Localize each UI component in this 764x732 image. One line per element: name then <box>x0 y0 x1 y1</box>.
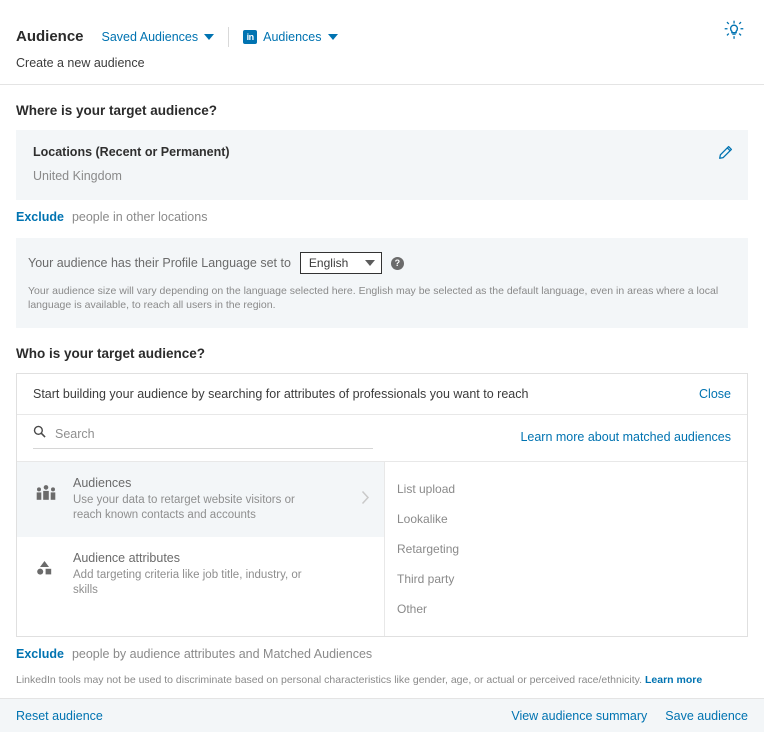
builder-suboptions-column: List upload Lookalike Retargeting Third … <box>385 462 747 636</box>
exclude-audiences-link[interactable]: Exclude <box>16 647 64 661</box>
profile-language-help-icon[interactable]: ? <box>390 256 404 270</box>
learn-more-matched-audiences-link[interactable]: Learn more about matched audiences <box>520 430 731 444</box>
profile-language-select[interactable]: English <box>299 252 382 274</box>
reset-audience-button[interactable]: Reset audience <box>16 709 103 723</box>
header-separator <box>0 84 764 85</box>
location-exclude-row: Exclude people in other locations <box>16 210 748 224</box>
page-header: Audience Saved Audiences in Audiences <box>0 0 764 52</box>
save-audience-button[interactable]: Save audience <box>665 709 748 723</box>
footer-actions: View audience summary Save audience <box>511 709 748 723</box>
suboption-third-party[interactable]: Third party <box>385 564 747 594</box>
audience-exclude-row: Exclude people by audience attributes an… <box>16 647 748 661</box>
option-audiences-text: Audiences Use your data to retarget webs… <box>73 476 323 523</box>
suboption-retargeting[interactable]: Retargeting <box>385 534 747 564</box>
page-title: Audience <box>16 28 84 45</box>
linkedin-logo-icon: in <box>243 30 258 44</box>
disclaimer-learn-more-link[interactable]: Learn more <box>645 674 702 686</box>
chevron-right-icon <box>361 490 370 509</box>
builder-header: Start building your audience by searchin… <box>17 374 747 415</box>
audiences-label: Audiences <box>263 30 322 44</box>
search-field-wrapper <box>33 425 373 449</box>
profile-language-row: Your audience has their Profile Language… <box>28 252 730 274</box>
audience-section-heading: Who is your target audience? <box>16 346 206 361</box>
option-audience-attributes[interactable]: Audience attributes Add targeting criter… <box>17 537 384 612</box>
page-body: Where is your target audience? Locations… <box>0 103 764 721</box>
chevron-down-icon <box>364 260 375 266</box>
saved-audiences-dropdown[interactable]: Saved Audiences <box>102 28 215 46</box>
option-audiences-title: Audiences <box>73 476 132 490</box>
lightbulb-icon[interactable] <box>724 20 744 45</box>
view-audience-summary-button[interactable]: View audience summary <box>511 709 647 723</box>
builder-search-row: Learn more about matched audiences <box>17 415 747 462</box>
search-input[interactable] <box>53 426 373 442</box>
page-subtitle: Create a new audience <box>16 56 145 70</box>
chevron-down-icon <box>204 34 215 40</box>
option-audiences-description: Use your data to retarget website visito… <box>73 494 295 521</box>
option-audience-attributes-text: Audience attributes Add targeting criter… <box>73 551 323 598</box>
locations-value: United Kingdom <box>33 169 122 183</box>
exclude-audiences-text: people by audience attributes and Matche… <box>71 647 373 661</box>
people-group-icon <box>35 476 59 507</box>
audiences-dropdown[interactable]: in Audiences <box>243 28 338 46</box>
exclude-locations-text: people in other locations <box>71 210 208 224</box>
saved-audiences-label: Saved Audiences <box>101 30 199 44</box>
suboption-lookalike[interactable]: Lookalike <box>385 504 747 534</box>
profile-language-note: Your audience size will vary depending o… <box>28 285 719 311</box>
option-audience-attributes-description: Add targeting criteria like job title, i… <box>73 569 302 596</box>
search-icon <box>33 425 46 443</box>
suboption-other[interactable]: Other <box>385 594 747 624</box>
profile-language-value: English <box>308 256 349 270</box>
shapes-icon <box>35 551 59 582</box>
location-section-heading: Where is your target audience? <box>16 103 218 118</box>
audience-builder-page: Audience Saved Audiences in Audiences Cr… <box>0 0 764 732</box>
builder-options-column: Audiences Use your data to retarget webs… <box>17 462 385 636</box>
option-audiences[interactable]: Audiences Use your data to retarget webs… <box>17 462 384 537</box>
disclaimer-text: LinkedIn tools may not be used to discri… <box>16 674 643 686</box>
pencil-icon[interactable] <box>717 145 733 166</box>
audience-builder-card: Start building your audience by searchin… <box>16 373 748 637</box>
suboption-list-upload[interactable]: List upload <box>385 474 747 504</box>
locations-panel: Locations (Recent or Permanent) United K… <box>16 130 748 200</box>
close-builder-link[interactable]: Close <box>699 387 731 401</box>
profile-language-panel: Your audience has their Profile Language… <box>16 238 748 328</box>
exclude-locations-link[interactable]: Exclude <box>16 210 64 224</box>
locations-label: Locations (Recent or Permanent) <box>33 145 230 159</box>
option-audience-attributes-title: Audience attributes <box>73 551 181 565</box>
chevron-down-icon <box>327 34 338 40</box>
header-divider <box>228 27 230 47</box>
builder-columns: Audiences Use your data to retarget webs… <box>17 462 747 636</box>
discrimination-disclaimer: LinkedIn tools may not be used to discri… <box>16 673 748 688</box>
profile-language-prefix: Your audience has their Profile Language… <box>28 256 291 270</box>
builder-prompt: Start building your audience by searchin… <box>33 387 529 401</box>
page-footer: Reset audience View audience summary Sav… <box>0 698 764 732</box>
